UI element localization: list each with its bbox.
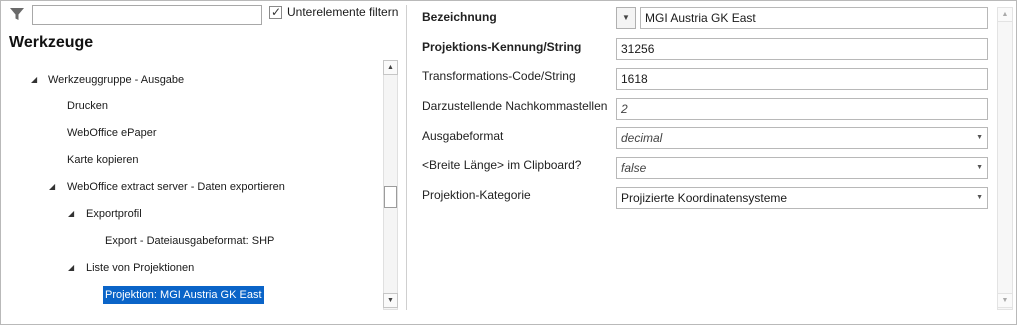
tree-scrollbar[interactable] <box>383 60 398 310</box>
panel-splitter[interactable] <box>406 5 407 310</box>
expanded-arrow-icon[interactable]: ◢ <box>49 178 55 196</box>
filter-icon[interactable] <box>9 6 25 22</box>
panel-title: Werkzeuge <box>9 34 94 51</box>
clipboard-value: false <box>621 161 647 175</box>
checkmark-icon: ✓ <box>271 5 282 19</box>
filter-input[interactable] <box>32 5 262 25</box>
expanded-arrow-icon[interactable]: ◢ <box>31 71 37 89</box>
property-label-transformations-code: Transformations-Code/String <box>422 69 576 83</box>
scroll-down-icon[interactable]: ▼ <box>997 293 1013 308</box>
ausgabeformat-value: decimal <box>621 131 663 145</box>
chevron-down-icon[interactable]: ▼ <box>976 128 983 148</box>
nachkommastellen-field[interactable]: 2 <box>616 98 988 120</box>
scroll-down-icon[interactable]: ▼ <box>383 293 398 308</box>
tree-item[interactable]: Werkzeuggruppe - Ausgabe <box>48 71 184 89</box>
projektions-kennung-field[interactable]: 31256 <box>616 38 988 60</box>
transformations-code-field[interactable]: 1618 <box>616 68 988 90</box>
property-label-ausgabeformat: Ausgabeformat <box>422 129 504 143</box>
kategorie-value: Projizierte Koordinatensysteme <box>621 191 788 205</box>
dropdown-arrow-icon[interactable]: ▼ <box>616 7 636 29</box>
scroll-thumb[interactable] <box>384 186 397 208</box>
properties-scrollbar[interactable] <box>997 7 1013 310</box>
filter-subelements-label: Unterelemente filtern <box>287 5 399 19</box>
tree-item[interactable]: Exportprofil <box>86 205 142 223</box>
clipboard-select[interactable]: false ▼ <box>616 157 988 179</box>
property-label-projektions-kennung: Projektions-Kennung/String <box>422 40 582 54</box>
scroll-up-icon[interactable]: ▲ <box>997 7 1013 22</box>
scroll-up-icon[interactable]: ▲ <box>383 60 398 75</box>
expanded-arrow-icon[interactable]: ◢ <box>68 205 74 223</box>
tree-item-selected[interactable]: Projektion: MGI Austria GK East <box>103 286 264 304</box>
property-label-bezeichnung: Bezeichnung <box>422 10 497 24</box>
chevron-down-icon[interactable]: ▼ <box>976 188 983 208</box>
chevron-down-icon[interactable]: ▼ <box>976 158 983 178</box>
tree-item[interactable]: WebOffice extract server - Daten exporti… <box>67 178 285 196</box>
filter-subelements-checkbox[interactable]: ✓ <box>269 5 282 19</box>
ausgabeformat-select[interactable]: decimal ▼ <box>616 127 988 149</box>
tree-item[interactable]: Karte kopieren <box>67 151 139 169</box>
property-label-kategorie: Projektion-Kategorie <box>422 188 531 202</box>
tree-item[interactable]: Export - Dateiausgabeformat: SHP <box>105 232 274 250</box>
tree-item[interactable]: Drucken <box>67 97 108 115</box>
bezeichnung-field[interactable]: MGI Austria GK East <box>640 7 988 29</box>
property-label-nachkommastellen: Darzustellende Nachkommastellen <box>422 99 608 113</box>
expanded-arrow-icon[interactable]: ◢ <box>68 259 74 277</box>
tree-item[interactable]: WebOffice ePaper <box>67 124 156 142</box>
tree-item[interactable]: Liste von Projektionen <box>86 259 194 277</box>
property-label-clipboard: <Breite Länge> im Clipboard? <box>422 158 582 172</box>
kategorie-select[interactable]: Projizierte Koordinatensysteme ▼ <box>616 187 988 209</box>
